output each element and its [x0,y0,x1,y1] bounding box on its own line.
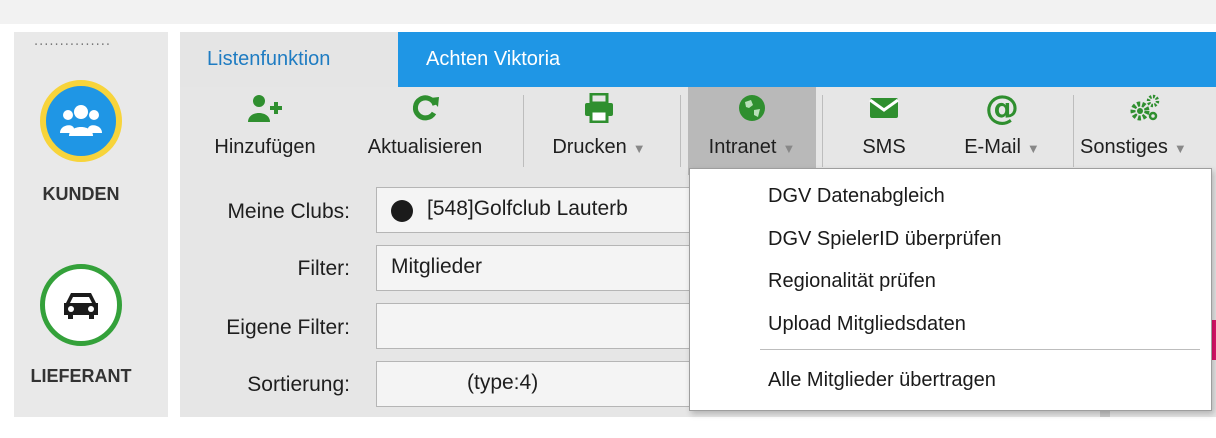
left-nav: ............... KUNDEN LIEFERANT [14,32,168,417]
filter-label: Filter: [297,257,351,280]
chevron-down-icon: ▼ [632,141,646,156]
intranet-menu: DGV Datenabgleich DGV SpielerID überprüf… [689,168,1212,411]
clubs-value: [548]Golfclub Lauterb [427,197,628,220]
chevron-down-icon: ▼ [1026,141,1040,156]
toolbar-separator [1073,95,1074,167]
chevron-down-icon: ▼ [782,141,796,156]
sort-label: Sortierung: [247,373,350,396]
nav-label-lieferant: LIEFERANT [30,366,132,386]
globe-icon [688,89,816,127]
at-sign-icon: @ [985,88,1019,128]
menu-separator [760,349,1200,350]
misc-button[interactable]: Sonstiges ▼ [1076,87,1214,175]
add-button[interactable]: Hinzufügen [190,87,340,175]
intranet-label: Intranet ▼ [708,136,796,158]
gears-icon [1076,89,1214,127]
car-icon [40,264,122,346]
top-strip [0,0,1216,24]
sort-value: (type:4) [467,371,539,394]
tab-listenfunktion[interactable]: Listenfunktion [180,32,398,87]
refresh-button[interactable]: Aktualisieren [340,87,510,175]
refresh-label: Aktualisieren [367,136,483,158]
printer-icon [528,89,670,127]
chevron-down-icon: ▼ [1173,141,1187,156]
add-label: Hinzufügen [214,136,316,158]
add-user-icon [190,89,340,127]
nav-item-lieferant[interactable]: LIEFERANT [14,262,168,438]
sms-label: SMS [862,136,906,158]
nav-item-kunden[interactable]: KUNDEN [14,70,168,246]
email-label: E-Mail ▼ [964,136,1040,158]
own-filter-label: Eigene Filter: [226,316,350,339]
envelope-icon [844,89,924,127]
sms-button[interactable]: SMS [844,87,924,175]
menu-item-alle-mitglieder[interactable]: Alle Mitglieder übertragen [768,369,996,392]
toolbar-separator [523,95,524,167]
club-color-icon [391,200,413,222]
menu-item-dgv-spielerid[interactable]: DGV SpielerID überprüfen [768,228,1001,251]
email-button[interactable]: @ E-Mail ▼ [942,87,1062,175]
users-icon [40,80,122,162]
toolbar-separator [680,95,681,167]
misc-label: Sonstiges ▼ [1080,136,1187,158]
tab-achten-viktoria[interactable]: Achten Viktoria [426,48,560,71]
nav-grip[interactable]: ............... [34,34,111,49]
print-button[interactable]: Drucken ▼ [528,87,670,175]
filter-value: Mitglieder [391,255,483,278]
nav-label-kunden: KUNDEN [42,184,120,204]
menu-item-dgv-datenabgleich[interactable]: DGV Datenabgleich [768,185,945,208]
menu-item-regionalitaet[interactable]: Regionalität prüfen [768,270,936,293]
menu-item-upload-mitgliedsdaten[interactable]: Upload Mitgliedsdaten [768,313,966,336]
refresh-icon [340,89,510,127]
print-label: Drucken ▼ [552,136,646,158]
tab-label: Listenfunktion [207,48,331,70]
toolbar-separator [822,95,823,167]
ribbon-tabbar: Listenfunktion Achten Viktoria [180,32,1216,87]
ribbon-toolbar: Hinzufügen Aktualisieren Drucken ▼ Intra… [180,87,1216,175]
top-gap [0,24,1216,32]
clubs-label: Meine Clubs: [227,200,350,223]
intranet-button[interactable]: Intranet ▼ [688,87,816,175]
